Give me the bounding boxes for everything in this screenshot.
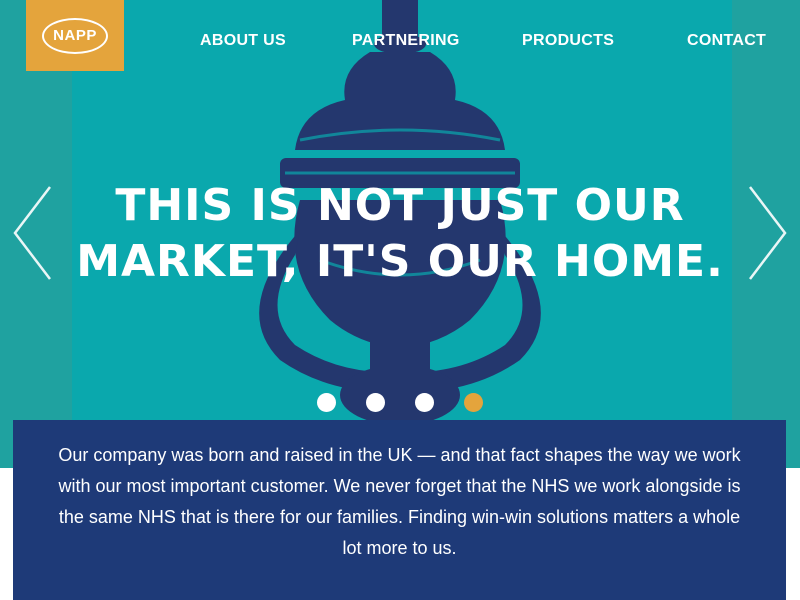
hero-banner: NAPP ABOUT US PARTNERING PRODUCTS CONTAC… — [0, 0, 800, 468]
slide-indicator — [0, 393, 800, 413]
chevron-right-icon[interactable] — [748, 185, 788, 281]
slide-dot-3[interactable] — [415, 393, 434, 412]
hero-headline-line-2: MARKET, IT'S OUR HOME. — [76, 236, 724, 287]
logo-text: NAPP — [53, 27, 97, 44]
nav-partnering[interactable]: PARTNERING — [352, 32, 460, 50]
slide-dot-4-active[interactable] — [464, 393, 483, 412]
logo-ring: NAPP — [42, 17, 108, 54]
slide-dot-2[interactable] — [366, 393, 385, 412]
slide-dot-1[interactable] — [317, 393, 336, 412]
nav-about-us[interactable]: ABOUT US — [200, 32, 286, 50]
about-paragraph: Our company was born and raised in the U… — [58, 445, 741, 558]
nav-contact[interactable]: CONTACT — [687, 32, 766, 50]
chevron-left-icon[interactable] — [12, 185, 52, 281]
napp-logo[interactable]: NAPP — [26, 0, 124, 71]
about-section: Our company was born and raised in the U… — [13, 420, 786, 600]
hero-headline-line-1: THIS IS NOT JUST OUR — [115, 180, 685, 231]
nav-products[interactable]: PRODUCTS — [522, 32, 614, 50]
